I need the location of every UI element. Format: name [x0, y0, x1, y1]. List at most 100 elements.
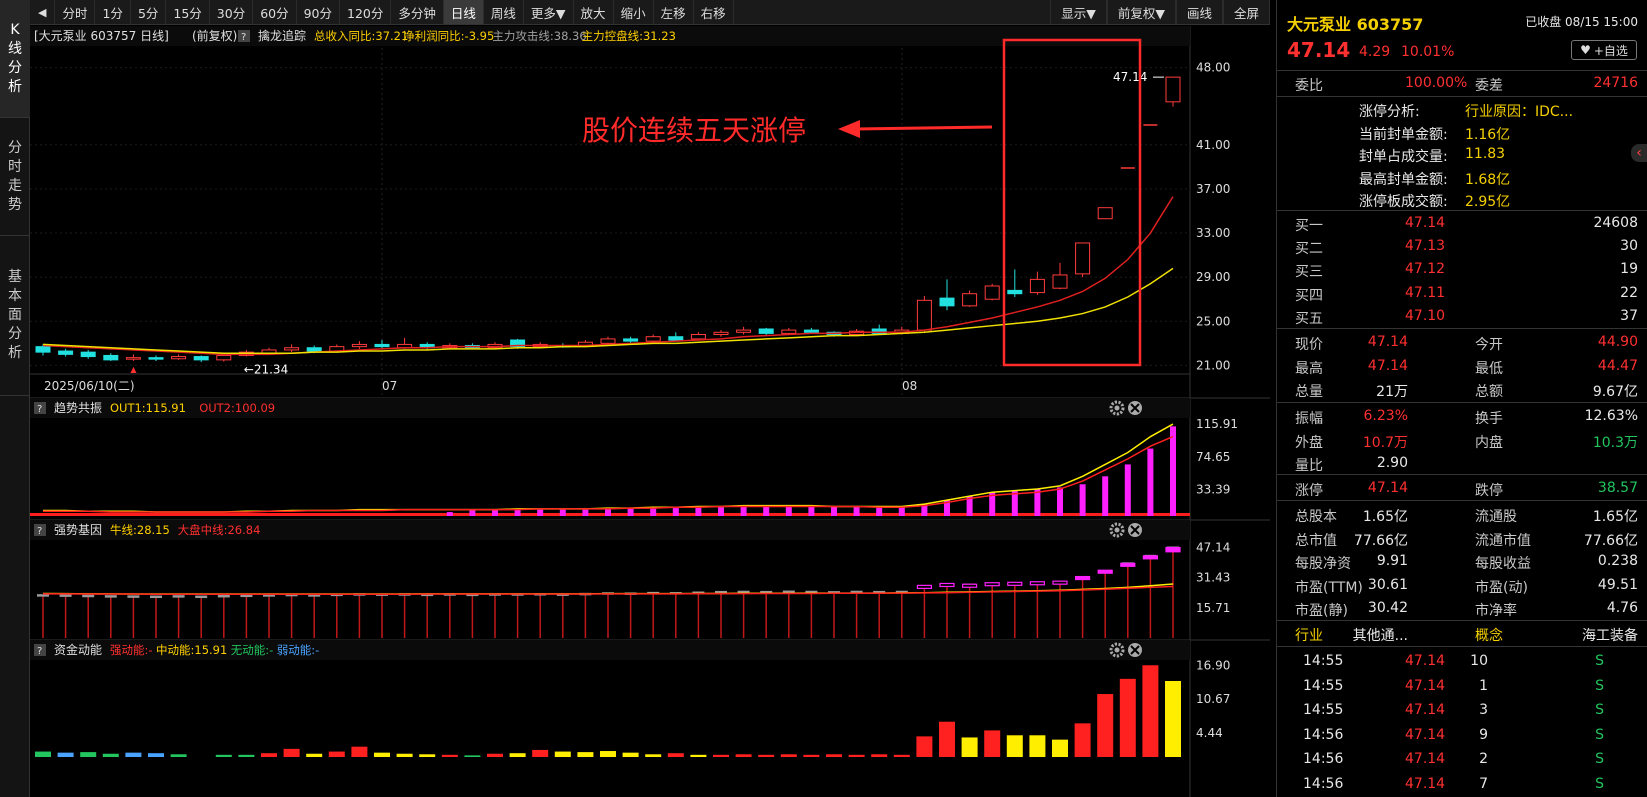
indicator-value: 大盘中线:26.84 [178, 523, 261, 537]
period-button[interactable]: 右移 [694, 0, 734, 24]
limit-info-value: 1.68亿 [1465, 171, 1511, 188]
left-tab-2[interactable]: 分时走势 [0, 118, 30, 236]
toolbar-right-button[interactable]: 全屏 [1222, 0, 1270, 24]
annotation-text: 股价连续五天涨停 [582, 114, 806, 147]
divider [1277, 500, 1647, 501]
candle-body [216, 354, 232, 361]
trend-bar [898, 507, 905, 516]
y-tick-label: 37.00 [1196, 182, 1230, 196]
candle [984, 283, 1000, 301]
quote-label: 市盈(静) [1295, 603, 1348, 619]
quote-row: 每股净资 9.91 每股收益 0.238 [1277, 550, 1647, 574]
gene-box [984, 582, 1000, 587]
limit-info-row: 封单占成交量: 11.83 [1277, 143, 1647, 167]
period-button[interactable]: 1分 [95, 0, 131, 24]
quote-value: 77.66亿 [1353, 532, 1408, 549]
sector-value[interactable]: 其他通... [1353, 625, 1408, 645]
back-button[interactable]: ◀ [30, 0, 56, 24]
sub-y-tick-label: 16.90 [1196, 658, 1230, 672]
trade-side: S [1595, 677, 1604, 694]
bid-price: 47.11 [1405, 284, 1446, 301]
trade-time: 14:55 [1303, 677, 1344, 694]
left-tab-char: 线 [8, 40, 22, 57]
period-button[interactable]: 90分 [297, 0, 341, 24]
annotation-arrow-line [854, 125, 993, 131]
sector-label[interactable]: 行业 [1295, 625, 1323, 645]
chart-area[interactable]: [大元泵业 603757 日线] (前复权)? 擒龙追踪 总收入同比:37.21净利润… [30, 26, 1270, 797]
period-button[interactable]: 左移 [654, 0, 694, 24]
trend-bar [446, 512, 453, 516]
left-tab-char: 析 [8, 345, 22, 361]
trend-bar [582, 509, 589, 516]
quote-row: 最高 47.14 最低 44.47 [1277, 355, 1647, 379]
quote-value: 77.66亿 [1583, 532, 1638, 549]
gene-tick [127, 595, 140, 598]
candle-body [148, 357, 164, 360]
trade-row: 14:56 47.14 7 S [1277, 773, 1647, 797]
trade-row: 14:56 47.14 9 S [1277, 724, 1647, 748]
concept-value[interactable]: 海工装备 [1582, 625, 1638, 645]
money-bar [554, 751, 571, 757]
period-button[interactable]: 周线 [484, 0, 524, 24]
money-bar [1119, 678, 1136, 757]
quote-value: 47.14 [1367, 480, 1408, 496]
period-button[interactable]: 多分钟 [391, 0, 444, 24]
money-bar [916, 736, 933, 757]
money-bar [939, 721, 955, 757]
period-button[interactable]: 日线 [443, 0, 484, 24]
sub-y-tick-label: 4.44 [1196, 726, 1223, 740]
period-button[interactable]: 60分 [253, 0, 297, 24]
stock-title: [大元泵业 603757 日线] [34, 29, 169, 43]
period-button[interactable]: 15分 [166, 0, 210, 24]
add-favorite-button[interactable]: ♥ +自选 [1571, 40, 1637, 60]
help-icon-glyph: ? [37, 646, 42, 657]
trend-bar [1170, 426, 1176, 516]
high-price-label: 47.14 [1113, 70, 1147, 84]
toolbar-right-button[interactable]: 前复权▼ [1106, 0, 1176, 24]
period-button[interactable]: 更多▼ [524, 0, 574, 24]
period-button[interactable]: 分时 [55, 0, 96, 24]
period-button[interactable]: 5分 [131, 0, 167, 24]
period-button[interactable]: 放大 [574, 0, 614, 24]
toolbar-right-button[interactable]: 画线 [1175, 0, 1223, 24]
quote-label: 总股本 [1295, 509, 1337, 525]
money-bar [758, 754, 775, 757]
limit-info-value: 2.95亿 [1465, 194, 1511, 211]
money-bar [667, 753, 684, 757]
app-window: K线分析分时走势基本面分析 ◀ 分时 1分 5分 15分 30分 60分 90分 120分 多分钟… [0, 0, 1647, 797]
candle-body [125, 357, 141, 360]
indicator-value: 牛线:28.15 [110, 523, 170, 537]
candle-body [916, 299, 932, 331]
period-button[interactable]: 缩小 [614, 0, 654, 24]
trend-bar [853, 507, 860, 516]
period-button[interactable]: 120分 [340, 0, 392, 24]
x-axis-label: 2025/06/10(二) [44, 379, 135, 393]
x-axis-label: 08 [902, 379, 917, 393]
collapse-arrow-icon[interactable]: ‹ [1631, 144, 1647, 162]
divider [1277, 210, 1647, 211]
left-tab-1[interactable]: K线分析 [0, 0, 30, 118]
trend-bar [718, 507, 724, 516]
money-bar [826, 754, 842, 757]
candle-body [1075, 242, 1091, 275]
period-button[interactable]: 30分 [210, 0, 254, 24]
money-bar [961, 737, 978, 757]
quote-label: 最高 [1295, 360, 1323, 377]
indicator-value: OUT2:100.09 [199, 401, 275, 415]
concept-label[interactable]: 概念 [1475, 625, 1503, 645]
trend-bar [469, 510, 476, 516]
candle-body [193, 356, 209, 361]
money-bar [984, 730, 1001, 757]
limit-info-row: 当前封单金额: 1.16亿 [1277, 121, 1647, 145]
trend-bar [740, 506, 747, 516]
divider [1277, 646, 1647, 647]
period-toolbar: ◀ 分时 1分 5分 15分 30分 60分 90分 120分 多分钟 日线 周线 更多▼ 放大 缩小 左移右… [30, 0, 1270, 25]
money-bar [1142, 665, 1159, 757]
candle-body [284, 347, 300, 351]
x-axis-label: 07 [382, 379, 397, 393]
toolbar-right-button[interactable]: 显示▼ [1050, 0, 1107, 24]
left-tab-3[interactable]: 基本面分析 [0, 236, 30, 396]
money-bar [464, 755, 481, 757]
toolbar-right-group: 显示▼ 前复权▼ 画线 全屏 [1050, 0, 1270, 25]
quote-value: 9.67亿 [1592, 384, 1638, 400]
